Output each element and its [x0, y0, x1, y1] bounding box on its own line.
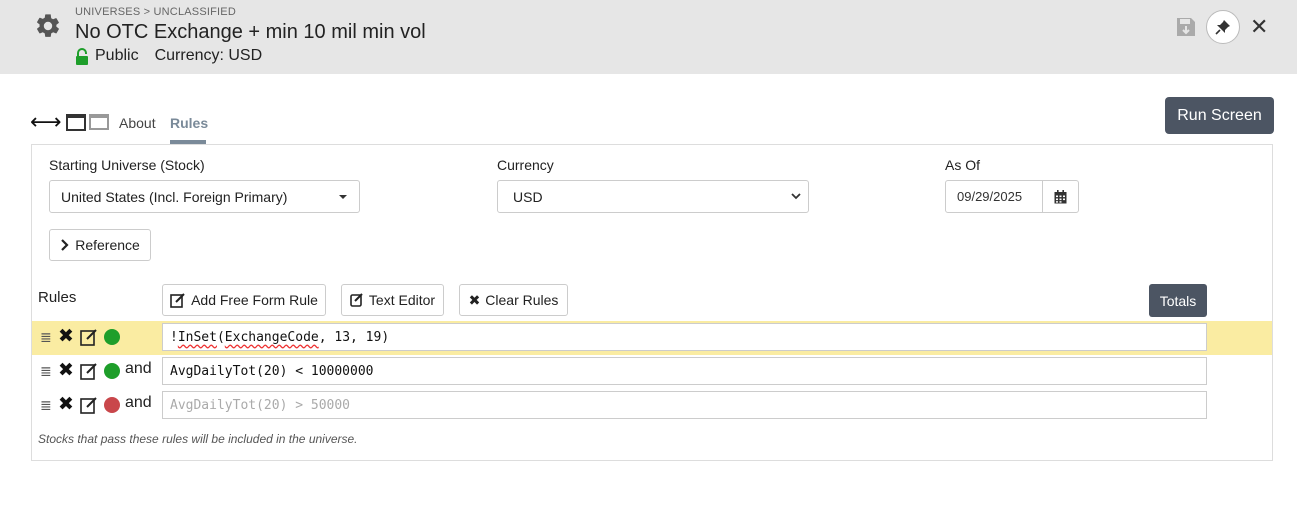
- rule-row: ≣ ✖ ! InSet(ExchangeCode, 13, 19): [32, 321, 1272, 355]
- single-pane-icon[interactable]: [65, 113, 86, 131]
- rule-args: , 13, 19): [318, 329, 390, 345]
- rule-expression-input[interactable]: AvgDailyTot(20) > 50000: [162, 391, 1207, 419]
- run-screen-button[interactable]: Run Screen: [1165, 97, 1274, 134]
- clear-rules-button[interactable]: ✖ Clear Rules: [459, 284, 568, 316]
- rule-controls: ≣ ✖: [40, 327, 120, 346]
- text-editor-button[interactable]: Text Editor: [341, 284, 444, 316]
- reference-button[interactable]: Reference: [49, 229, 151, 261]
- split-pane-icon[interactable]: [88, 114, 109, 130]
- rule-enabled-toggle[interactable]: [104, 328, 120, 345]
- rule-expression-input[interactable]: ! InSet(ExchangeCode, 13, 19): [162, 323, 1207, 351]
- footer-note: Stocks that pass these rules will be inc…: [38, 432, 358, 446]
- drag-handle-icon[interactable]: ≣: [40, 364, 54, 378]
- rule-function-name: InSet: [177, 329, 217, 345]
- delete-rule-icon[interactable]: ✖: [58, 327, 76, 346]
- external-edit-icon: [350, 293, 364, 307]
- close-icon[interactable]: ✕: [1250, 16, 1268, 38]
- currency-select[interactable]: USD: [497, 180, 809, 213]
- breadcrumb[interactable]: UNIVERSES > UNCLASSIFIED: [75, 6, 236, 18]
- drag-handle-icon[interactable]: ≣: [40, 398, 54, 412]
- page-header: UNIVERSES > UNCLASSIFIED No OTC Exchange…: [0, 0, 1297, 74]
- add-free-form-rule-button[interactable]: Add Free Form Rule: [162, 284, 326, 316]
- edit-rule-icon[interactable]: [80, 362, 98, 380]
- lock-icon: [76, 47, 88, 65]
- rules-heading: Rules: [38, 289, 77, 306]
- edit-rule-icon[interactable]: [80, 328, 98, 346]
- rule-prefix: !: [170, 329, 178, 345]
- starting-universe-select[interactable]: United States (Incl. Foreign Primary): [49, 180, 360, 213]
- totals-button[interactable]: Totals: [1149, 284, 1207, 317]
- starting-universe-label: Starting Universe (Stock): [49, 157, 205, 173]
- rule-row: ≣ ✖ and AvgDailyTot(20) < 10000000: [32, 355, 1272, 389]
- add-free-form-rule-label: Add Free Form Rule: [191, 292, 318, 308]
- rule-expression-input[interactable]: AvgDailyTot(20) < 10000000: [162, 357, 1207, 385]
- delete-rule-icon[interactable]: ✖: [58, 361, 76, 380]
- clear-x-icon: ✖: [468, 291, 481, 308]
- chevron-down-icon: [791, 193, 801, 200]
- rule-disabled-toggle[interactable]: [104, 396, 120, 413]
- pin-button[interactable]: [1206, 10, 1240, 44]
- edit-icon: [170, 292, 186, 308]
- universe-meta: Public Currency: USD: [75, 47, 262, 65]
- edit-rule-icon[interactable]: [80, 396, 98, 414]
- delete-rule-icon[interactable]: ✖: [58, 395, 76, 414]
- currency-field-label: Currency: [497, 157, 554, 173]
- visibility-label: Public: [95, 47, 139, 64]
- as-of-date-input[interactable]: 09/29/2025: [945, 180, 1043, 213]
- currency-value: USD: [513, 188, 543, 205]
- pin-icon: [1215, 20, 1230, 35]
- clear-rules-label: Clear Rules: [485, 292, 559, 308]
- starting-universe-value: United States (Incl. Foreign Primary): [61, 188, 288, 205]
- as-of-label: As Of: [945, 157, 981, 173]
- page-title: No OTC Exchange + min 10 mil min vol: [75, 21, 426, 43]
- rule-controls: ≣ ✖: [40, 361, 120, 380]
- rule-paren: (: [216, 329, 225, 345]
- currency-label: Currency: USD: [154, 47, 263, 64]
- calendar-icon: [1054, 189, 1067, 203]
- rule-connector: and: [125, 360, 152, 377]
- tab-about[interactable]: About: [119, 115, 156, 131]
- tab-rules[interactable]: Rules: [170, 115, 208, 131]
- calendar-button[interactable]: [1042, 180, 1079, 213]
- chevron-right-icon: [60, 239, 70, 251]
- caret-down-icon: [339, 195, 347, 199]
- text-editor-label: Text Editor: [368, 292, 436, 308]
- rule-field-name: ExchangeCode: [224, 329, 319, 345]
- rule-connector: and: [125, 394, 152, 411]
- drag-handle-icon[interactable]: ≣: [40, 330, 54, 344]
- reference-label: Reference: [75, 237, 140, 253]
- save-icon[interactable]: [1174, 15, 1198, 39]
- rule-row: ≣ ✖ and AvgDailyTot(20) > 50000: [32, 389, 1272, 423]
- layout-toggle: ⟷: [30, 111, 109, 133]
- gear-icon[interactable]: [34, 12, 62, 40]
- rule-enabled-toggle[interactable]: [104, 362, 120, 379]
- expand-width-icon[interactable]: ⟷: [30, 111, 62, 133]
- rule-controls: ≣ ✖: [40, 395, 120, 414]
- header-actions: ✕: [1174, 10, 1268, 44]
